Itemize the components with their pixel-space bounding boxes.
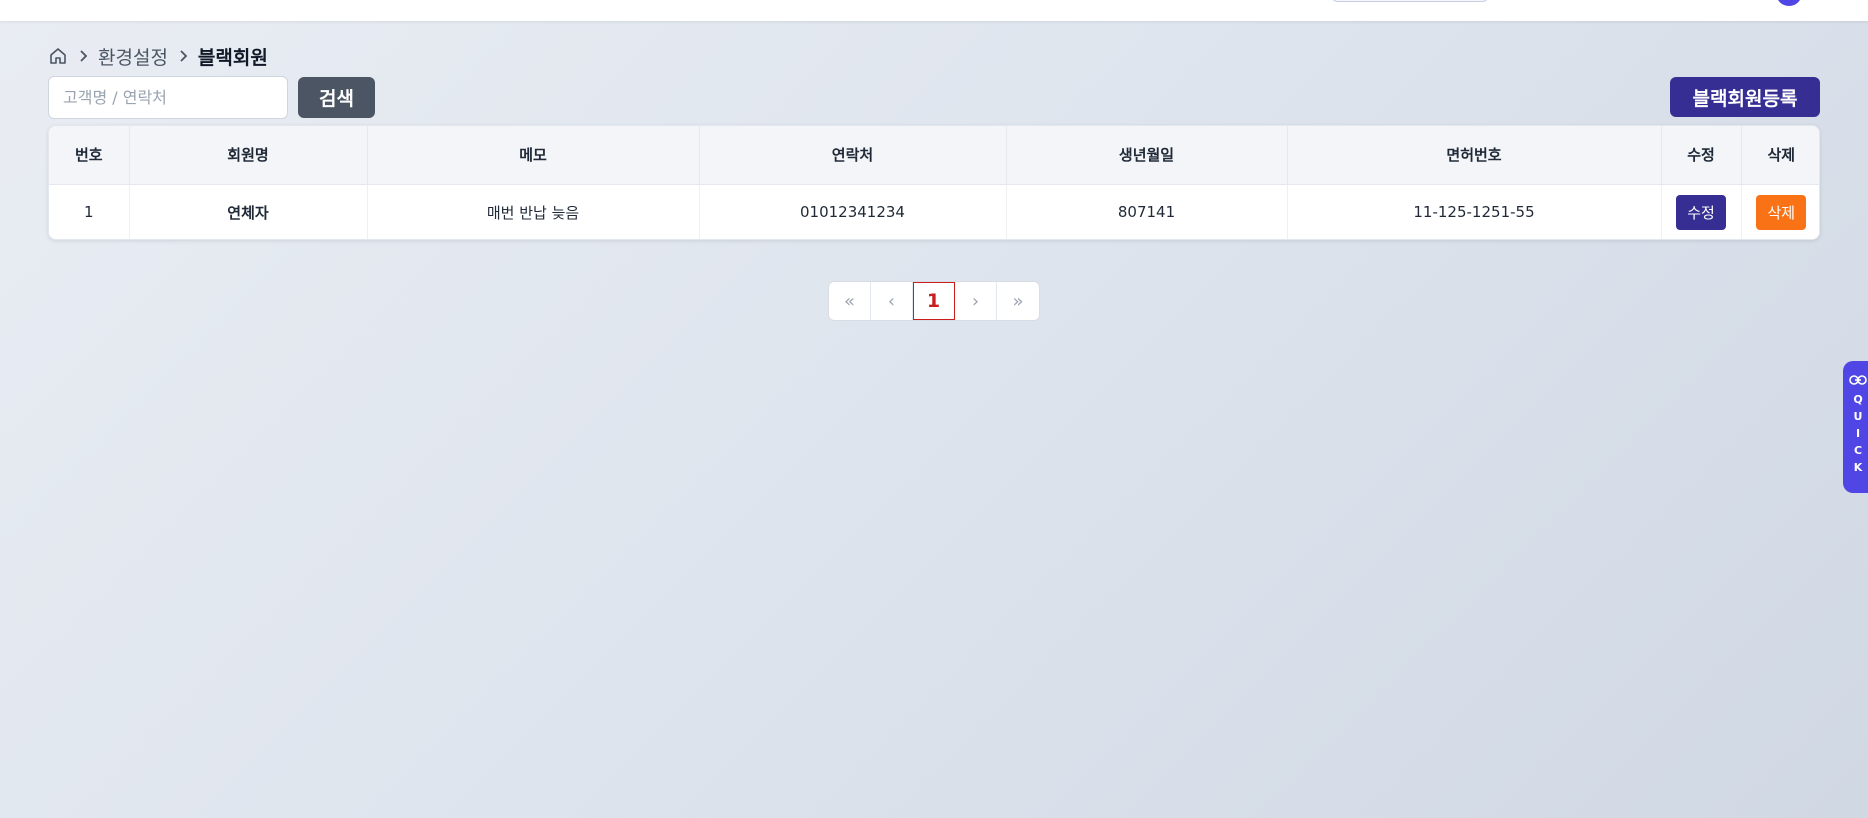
cell-license: 11-125-1251-55 — [1287, 184, 1662, 239]
cell-edit: 수정 — [1661, 184, 1742, 239]
cell-delete: 삭제 — [1741, 184, 1819, 239]
header-license: 면허번호 — [1287, 126, 1662, 185]
cell-phone: 01012341234 — [699, 184, 1007, 239]
table-row: 1 연체자 매번 반납 늦음 01012341234 807141 11-125… — [49, 184, 1819, 239]
quick-menu-tab[interactable]: Q U I C K — [1843, 361, 1868, 493]
edit-button[interactable]: 수정 — [1676, 194, 1726, 230]
delete-button[interactable]: 삭제 — [1756, 194, 1807, 230]
quick-letter: K — [1853, 461, 1863, 474]
quick-letter: Q — [1853, 393, 1863, 406]
breadcrumb: 환경설정 블랙회원 — [48, 42, 268, 70]
link-icon — [1849, 373, 1867, 387]
avatar[interactable] — [1776, 0, 1802, 6]
header-delete: 삭제 — [1741, 126, 1819, 185]
pagination: « ‹ 1 › » — [828, 281, 1040, 321]
header-name: 회원명 — [129, 126, 368, 185]
cell-memo: 매번 반납 늦음 — [367, 184, 700, 239]
quick-letter: C — [1853, 444, 1863, 457]
double-chevron-left-icon: « — [843, 290, 855, 312]
chevron-right-icon — [176, 49, 190, 63]
header-phone: 연락처 — [699, 126, 1007, 185]
header-search-pill[interactable] — [1330, 0, 1490, 2]
quick-letter: U — [1853, 410, 1863, 423]
cell-name: 연체자 — [129, 184, 368, 239]
quick-label: Q U I C K — [1853, 393, 1862, 474]
header-memo: 메모 — [367, 126, 700, 185]
cell-no: 1 — [49, 184, 130, 239]
page-title: 블랙회원 — [197, 46, 268, 69]
prev-page-button[interactable]: ‹ — [871, 282, 913, 320]
page-button-current[interactable]: 1 — [913, 282, 955, 320]
last-page-button[interactable]: » — [997, 282, 1039, 320]
chevron-left-icon: ‹ — [887, 290, 896, 312]
search-input[interactable] — [48, 76, 288, 119]
header-no: 번호 — [49, 126, 130, 185]
first-page-button[interactable]: « — [829, 282, 871, 320]
home-icon[interactable] — [48, 46, 68, 66]
quick-letter: I — [1855, 427, 1861, 440]
breadcrumb-settings[interactable]: 환경설정 — [98, 43, 168, 70]
black-member-table: 번호 회원명 메모 연락처 생년월일 면허번호 수정 삭제 1 연체자 매번 반… — [48, 125, 1820, 240]
top-header — [0, 0, 1868, 21]
register-black-member-button[interactable]: 블랙회원등록 — [1670, 77, 1820, 117]
next-page-button[interactable]: › — [955, 282, 997, 320]
chevron-right-icon — [76, 49, 90, 63]
chevron-right-icon: › — [971, 290, 980, 312]
double-chevron-right-icon: » — [1012, 290, 1024, 312]
header-birth: 생년월일 — [1006, 126, 1288, 185]
table-header-row: 번호 회원명 메모 연락처 생년월일 면허번호 수정 삭제 — [49, 126, 1819, 185]
cell-birth: 807141 — [1006, 184, 1288, 239]
header-edit: 수정 — [1661, 126, 1742, 185]
search-button[interactable]: 검색 — [298, 77, 375, 118]
